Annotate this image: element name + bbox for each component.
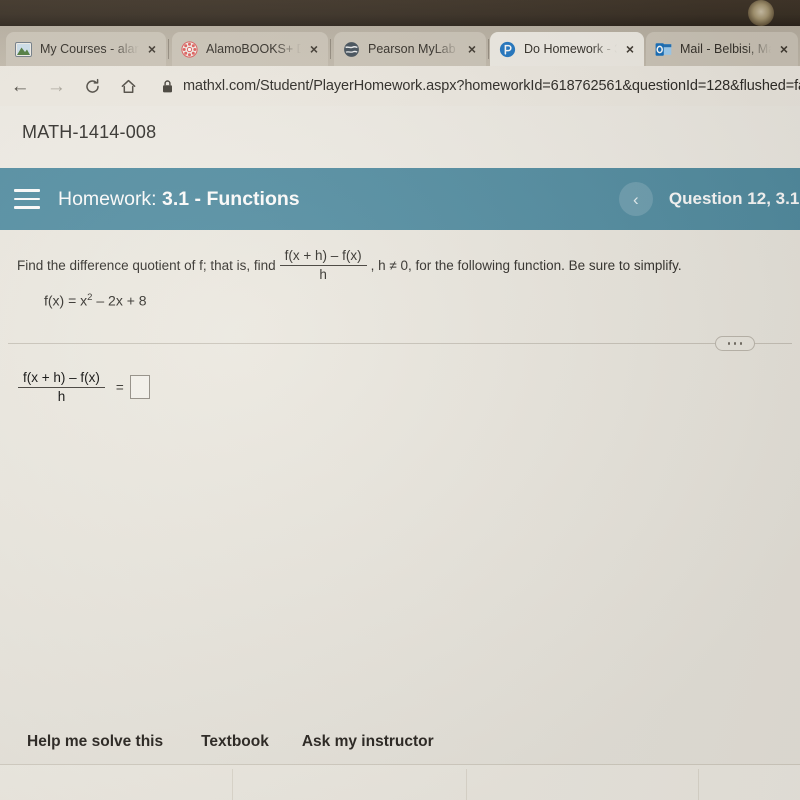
page-viewport: MATH-1414-008 Homework: 3.1 - Functions … [0, 106, 800, 800]
tab-close-icon[interactable]: × [306, 42, 322, 56]
question-label: Question 12, 3.1. [668, 189, 800, 208]
tab-title: Mail - Belbisi, Ma [680, 42, 771, 56]
browser-tab-do-homework[interactable]: Do Homework - 3 × [490, 32, 644, 66]
home-button[interactable] [113, 69, 145, 103]
fraction-denominator: h [57, 388, 66, 404]
tab-close-icon[interactable]: × [144, 42, 160, 56]
answer-row: f(x + h) – f(x) h = [14, 370, 150, 404]
problem-text-after: , h ≠ 0, for the following function. Be … [370, 257, 682, 273]
tab-close-icon[interactable]: × [464, 42, 480, 56]
question-content: Find the difference quotient of f; that … [0, 230, 800, 800]
browser-toolbar: ← → mathxl.com/Student/PlayerHomework.as… [0, 66, 800, 106]
tab-title: Do Homework - 3 [524, 42, 617, 56]
pearson-p-icon [499, 41, 516, 57]
fraction-denominator: h [319, 266, 327, 282]
back-button[interactable]: ← [4, 69, 36, 103]
tab-close-icon[interactable]: × [776, 42, 792, 56]
help-me-solve-this-link[interactable]: Help me solve this [27, 733, 163, 751]
mountain-image-icon [15, 41, 32, 57]
difference-quotient-fraction: f(x + h) – f(x) h [279, 248, 367, 282]
course-name: MATH-1414-008 [22, 122, 157, 142]
bottom-bar-separator [232, 769, 233, 800]
problem-text-before: Find the difference quotient of f; that … [17, 257, 276, 273]
homework-label: Homework: [58, 187, 157, 210]
bottom-bar-separator [466, 769, 467, 800]
tab-separator [330, 39, 331, 59]
function-rest: – 2x + 8 [92, 292, 147, 309]
bottom-bar [0, 764, 800, 800]
alamobooks-icon [181, 40, 198, 58]
answer-fraction: f(x + h) – f(x) h [18, 370, 105, 404]
home-icon [121, 79, 136, 93]
laptop-bezel [0, 0, 800, 26]
browser-tab-pearson-mylab[interactable]: Pearson MyLab an × [334, 32, 486, 66]
reload-icon [86, 78, 99, 93]
homework-title: Homework: 3.1 - Functions [58, 188, 300, 211]
ellipsis-icon[interactable] [715, 336, 755, 351]
homework-header: Homework: 3.1 - Functions ‹ Question 12,… [0, 168, 800, 230]
fraction-numerator: f(x + h) – f(x) [23, 370, 100, 385]
bottom-bar-separator [698, 769, 699, 800]
ask-my-instructor-link[interactable]: Ask my instructor [302, 733, 434, 751]
reload-button[interactable] [76, 69, 108, 103]
outlook-mail-icon [655, 42, 672, 56]
tab-separator [168, 39, 169, 59]
address-bar-url[interactable]: mathxl.com/Student/PlayerHomework.aspx?h… [183, 78, 800, 94]
webcam-icon [748, 0, 774, 26]
hamburger-menu-icon[interactable] [14, 189, 40, 209]
browser-tab-strip: My Courses - alan × AlamoBOOKS+ D × Pear… [0, 26, 800, 66]
answer-input[interactable] [129, 375, 150, 400]
globe-icon [344, 41, 359, 57]
tab-title: AlamoBOOKS+ D [206, 42, 301, 56]
question-navigation: ‹ Question 12, 3.1. [618, 168, 800, 230]
fraction-numerator: f(x + h) – f(x) [284, 248, 362, 263]
course-bar: MATH-1414-008 [0, 106, 800, 168]
function-lhs: f(x) = x [44, 292, 88, 309]
textbook-link[interactable]: Textbook [201, 733, 269, 751]
tab-title: My Courses - alan [40, 42, 139, 56]
homework-name: 3.1 - Functions [162, 187, 300, 210]
tab-title: Pearson MyLab an [368, 42, 459, 56]
lock-icon [161, 79, 174, 94]
tab-separator [488, 39, 489, 59]
browser-tab-alamobooks[interactable]: AlamoBOOKS+ D × [172, 32, 328, 66]
problem-statement: Find the difference quotient of f; that … [17, 248, 760, 282]
forward-button[interactable]: → [40, 69, 72, 103]
previous-question-button[interactable]: ‹ [618, 182, 653, 216]
equals-sign: = [115, 379, 124, 395]
function-definition: f(x) = x2 – 2x + 8 [44, 292, 147, 309]
browser-tab-my-courses[interactable]: My Courses - alan × [6, 32, 166, 66]
section-divider [8, 343, 792, 344]
browser-tab-mail[interactable]: Mail - Belbisi, Ma × [646, 32, 798, 66]
tab-close-icon[interactable]: × [622, 42, 638, 56]
question-actions: Help me solve this Textbook Ask my instr… [0, 720, 800, 764]
